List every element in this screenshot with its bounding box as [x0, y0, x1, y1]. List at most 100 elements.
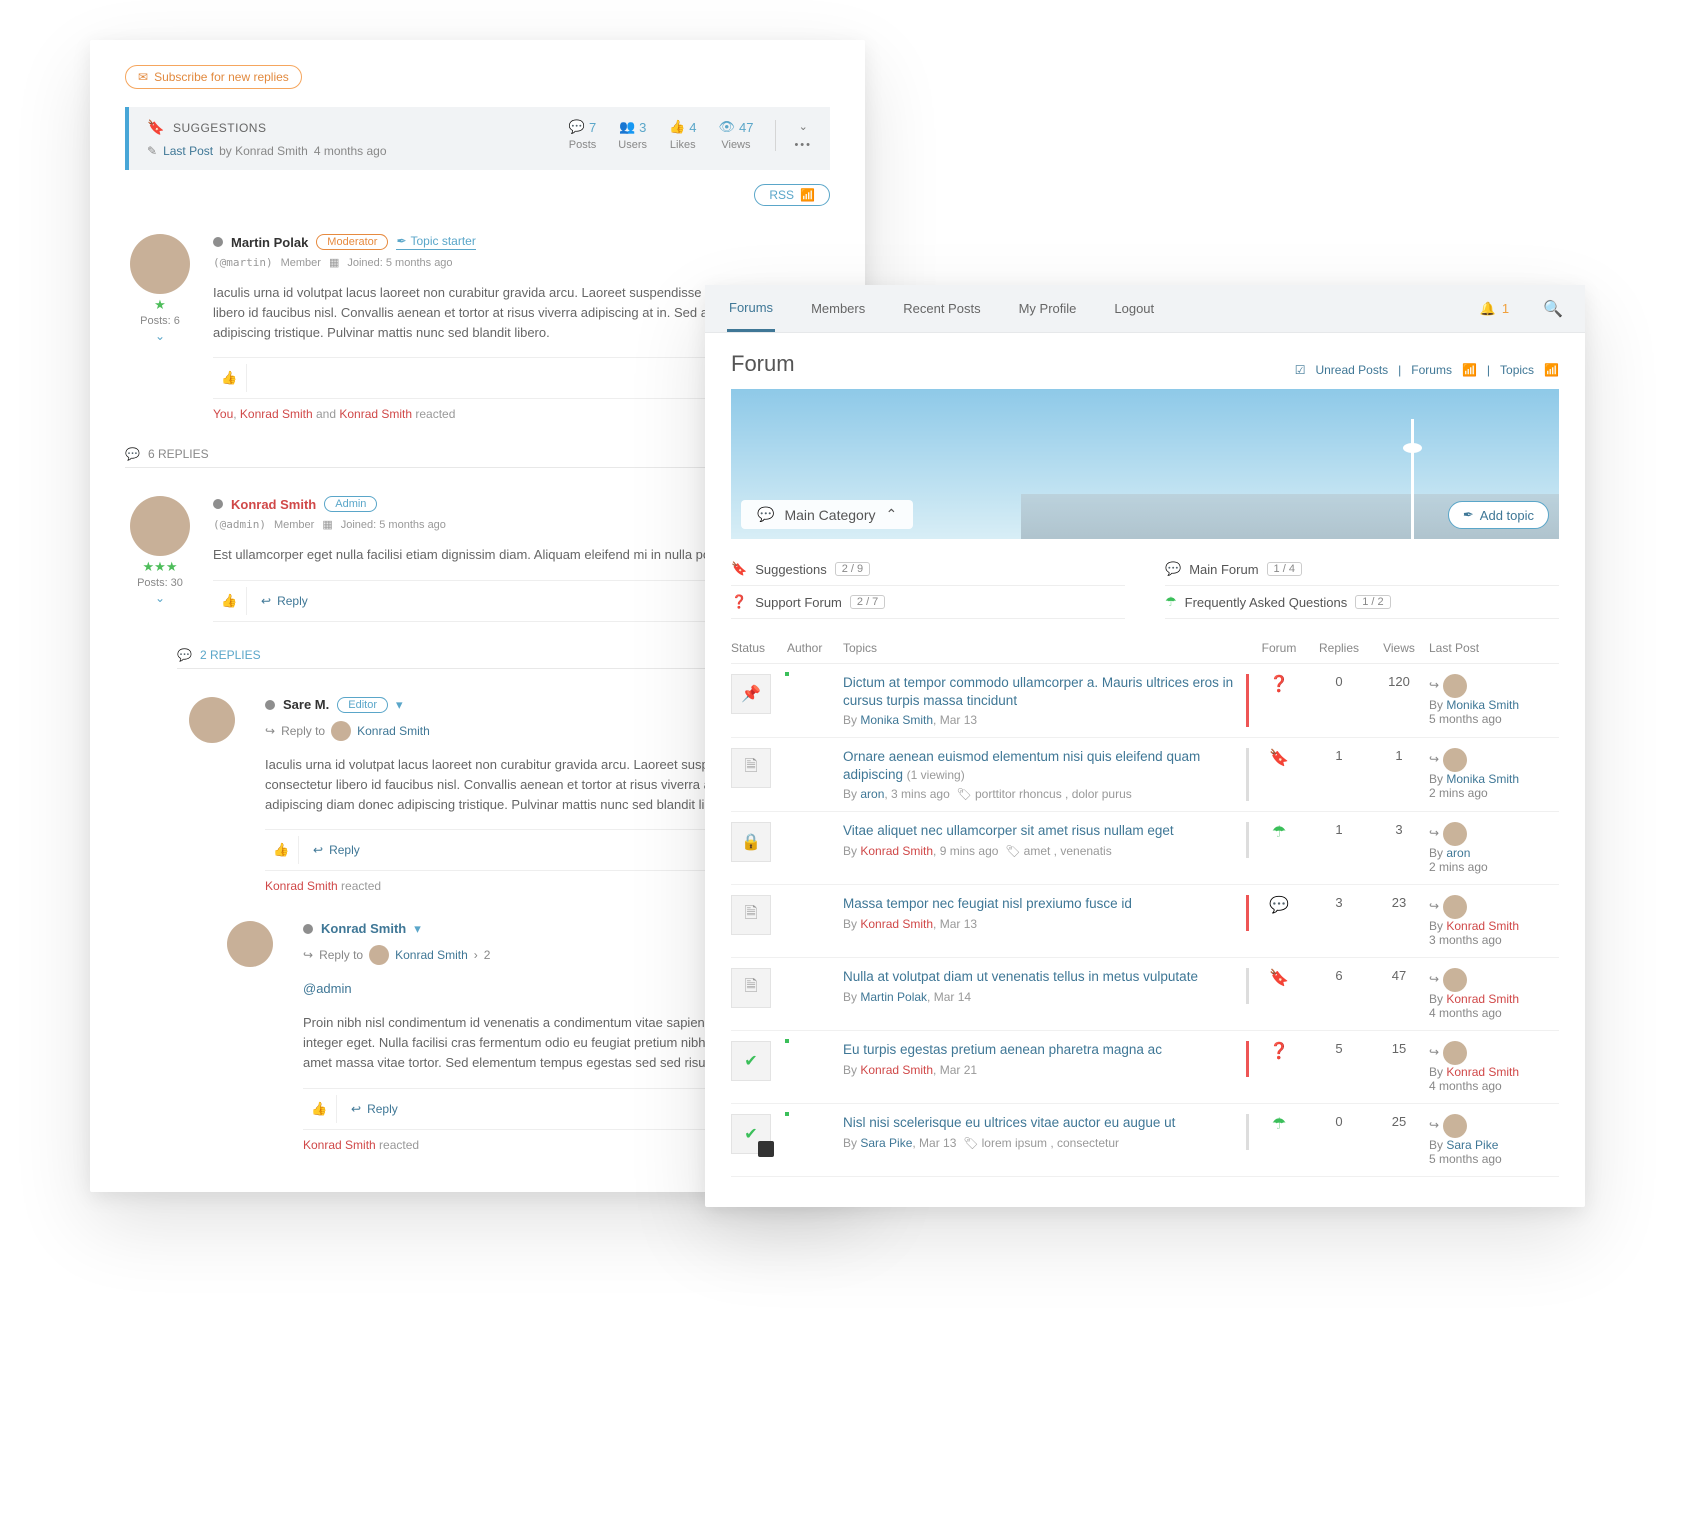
- author-handle: (@martin): [213, 256, 273, 269]
- topic-author[interactable]: Konrad Smith: [860, 917, 933, 931]
- forum-icon[interactable]: ☂: [1272, 1116, 1286, 1133]
- subscribe-button[interactable]: ✉ Subscribe for new replies: [125, 65, 302, 89]
- last-post-cell: ↪ By Monika Smith 2 mins ago: [1429, 748, 1559, 800]
- subforum-item[interactable]: 💬Main Forum1 / 4: [1165, 553, 1559, 586]
- topic-cell: Nulla at volutpat diam ut venenatis tell…: [843, 968, 1249, 1004]
- topic-cell: Dictum at tempor commodo ullamcorper a. …: [843, 674, 1249, 727]
- rating-stars: ★★★: [125, 559, 195, 575]
- reply-to-user[interactable]: Konrad Smith: [395, 948, 468, 962]
- tab-members[interactable]: Members: [809, 287, 867, 330]
- like-button[interactable]: 👍: [265, 836, 299, 864]
- author-role: Member: [274, 519, 314, 531]
- subforum-count: 2 / 7: [850, 595, 885, 609]
- metric-views: 👁47Views: [718, 119, 753, 151]
- forum-icon[interactable]: 💬: [1269, 897, 1289, 914]
- search-button[interactable]: 🔍: [1543, 299, 1563, 319]
- subforum-item[interactable]: ☂Frequently Asked Questions1 / 2: [1165, 586, 1559, 619]
- last-post-author[interactable]: Sara Pike: [1446, 1138, 1498, 1152]
- link-forums[interactable]: Forums: [1411, 363, 1452, 377]
- topic-author[interactable]: Martin Polak: [860, 990, 927, 1004]
- forum-icon[interactable]: ❓: [1269, 1043, 1289, 1060]
- chevron-down-icon[interactable]: ⌄: [125, 591, 195, 605]
- author-name[interactable]: Konrad Smith: [231, 497, 316, 512]
- topic-link[interactable]: Nulla at volutpat diam ut venenatis tell…: [843, 969, 1198, 984]
- topic-link[interactable]: Vitae aliquet nec ullamcorper sit amet r…: [843, 823, 1174, 838]
- reply-button[interactable]: ↩Reply: [261, 594, 308, 608]
- add-topic-button[interactable]: ✒Add topic: [1448, 501, 1549, 529]
- last-post-author[interactable]: Konrad Smith: [1446, 992, 1519, 1006]
- category-toggle[interactable]: 💬Main Category⌃: [741, 500, 913, 529]
- tab-profile[interactable]: My Profile: [1017, 287, 1079, 330]
- topic-link[interactable]: Dictum at tempor commodo ullamcorper a. …: [843, 675, 1233, 708]
- reply-button[interactable]: ↩Reply: [351, 1102, 398, 1116]
- last-post-author[interactable]: Konrad Smith: [1446, 919, 1519, 933]
- topic-tags: porttitor rhoncus , dolor purus: [975, 787, 1132, 801]
- last-post-author[interactable]: Monika Smith: [1446, 698, 1519, 712]
- tab-forums[interactable]: Forums: [727, 286, 775, 332]
- like-button[interactable]: 👍: [303, 1095, 337, 1123]
- tag-icon: 🏷: [963, 1136, 978, 1150]
- last-post-author[interactable]: Konrad Smith: [1446, 1065, 1519, 1079]
- author-name[interactable]: Sare M.: [283, 697, 329, 712]
- topic-author[interactable]: Konrad Smith: [860, 1063, 933, 1077]
- avatar: [331, 721, 351, 741]
- last-post-author[interactable]: aron: [1446, 846, 1470, 860]
- last-post-time: 5 months ago: [1429, 1152, 1502, 1166]
- forum-icon[interactable]: ❓: [1269, 676, 1289, 693]
- topic-author[interactable]: aron: [860, 787, 884, 801]
- status-dot-icon: [303, 924, 313, 934]
- forum-icon[interactable]: 🔖: [1269, 970, 1289, 987]
- like-button[interactable]: 👍: [213, 587, 247, 615]
- mail-icon: ✉: [138, 70, 148, 84]
- reply-button[interactable]: ↩Reply: [313, 843, 360, 857]
- notifications-button[interactable]: 🔔1: [1480, 301, 1509, 317]
- topic-link[interactable]: Nisl nisi scelerisque eu ultrices vitae …: [843, 1115, 1175, 1130]
- avatar: [227, 921, 273, 967]
- last-post-author[interactable]: Monika Smith: [1446, 772, 1519, 786]
- last-post-time: 2 mins ago: [1429, 860, 1488, 874]
- forum-icon[interactable]: ☂: [1272, 824, 1286, 841]
- status-icon: 🗎: [731, 968, 771, 1008]
- subforum-count: 1 / 2: [1355, 595, 1390, 609]
- topic-link[interactable]: Eu turpis egestas pretium aenean pharetr…: [843, 1042, 1162, 1057]
- tab-recent[interactable]: Recent Posts: [901, 287, 982, 330]
- link-topics[interactable]: Topics: [1500, 363, 1534, 377]
- topic-header: 🔖 SUGGESTIONS ✎ Last Post by Konrad Smit…: [125, 107, 830, 170]
- chevron-down-icon[interactable]: ⌄: [794, 120, 812, 133]
- author-name[interactable]: Martin Polak: [231, 235, 308, 250]
- reply-to-user[interactable]: Konrad Smith: [357, 724, 430, 738]
- topic-link[interactable]: Massa tempor nec feugiat nisl prexiumo f…: [843, 896, 1132, 911]
- topic-starter-badge: ✒Topic starter: [396, 234, 475, 250]
- subforum-item[interactable]: ❓Support Forum2 / 7: [731, 586, 1125, 619]
- reply-icon: ↪: [1429, 752, 1439, 766]
- chevron-down-icon[interactable]: ⌄: [125, 329, 195, 343]
- tab-logout[interactable]: Logout: [1112, 287, 1156, 330]
- calendar-icon: ▦: [322, 518, 332, 531]
- chevron-down-icon[interactable]: ▾: [396, 697, 403, 713]
- more-icon[interactable]: •••: [794, 139, 812, 151]
- topic-cell: Ornare aenean euismod elementum nisi qui…: [843, 748, 1249, 801]
- last-post-time: 4 months ago: [1429, 1006, 1502, 1020]
- topic-author[interactable]: Konrad Smith: [860, 844, 933, 858]
- topic-author[interactable]: Sara Pike: [860, 1136, 912, 1150]
- table-row: ✔ Eu turpis egestas pretium aenean phare…: [731, 1031, 1559, 1104]
- views-count: 1: [1369, 748, 1429, 763]
- chevron-down-icon[interactable]: ▾: [414, 921, 421, 937]
- like-button[interactable]: 👍: [213, 364, 247, 392]
- notification-count: 1: [1502, 301, 1509, 316]
- link-unread[interactable]: Unread Posts: [1315, 363, 1388, 377]
- avatar: [1443, 748, 1467, 772]
- topic-author[interactable]: Monika Smith: [860, 713, 933, 727]
- metric-users: 👥3Users: [618, 119, 647, 151]
- chat-icon: 💬: [177, 648, 192, 662]
- forum-icon: 🔖: [731, 561, 747, 577]
- last-post-cell: ↪ By Konrad Smith 4 months ago: [1429, 1041, 1559, 1093]
- rss-button[interactable]: RSS📶: [754, 184, 830, 206]
- forum-icon[interactable]: 🔖: [1269, 750, 1289, 767]
- replies-count: 3: [1309, 895, 1369, 910]
- table-row: 📌 Dictum at tempor commodo ullamcorper a…: [731, 664, 1559, 738]
- metric-posts: 💬7Posts: [569, 119, 597, 151]
- subforum-item[interactable]: 🔖Suggestions2 / 9: [731, 553, 1125, 586]
- topic-link[interactable]: Ornare aenean euismod elementum nisi qui…: [843, 749, 1200, 782]
- author-name[interactable]: Konrad Smith: [321, 921, 406, 936]
